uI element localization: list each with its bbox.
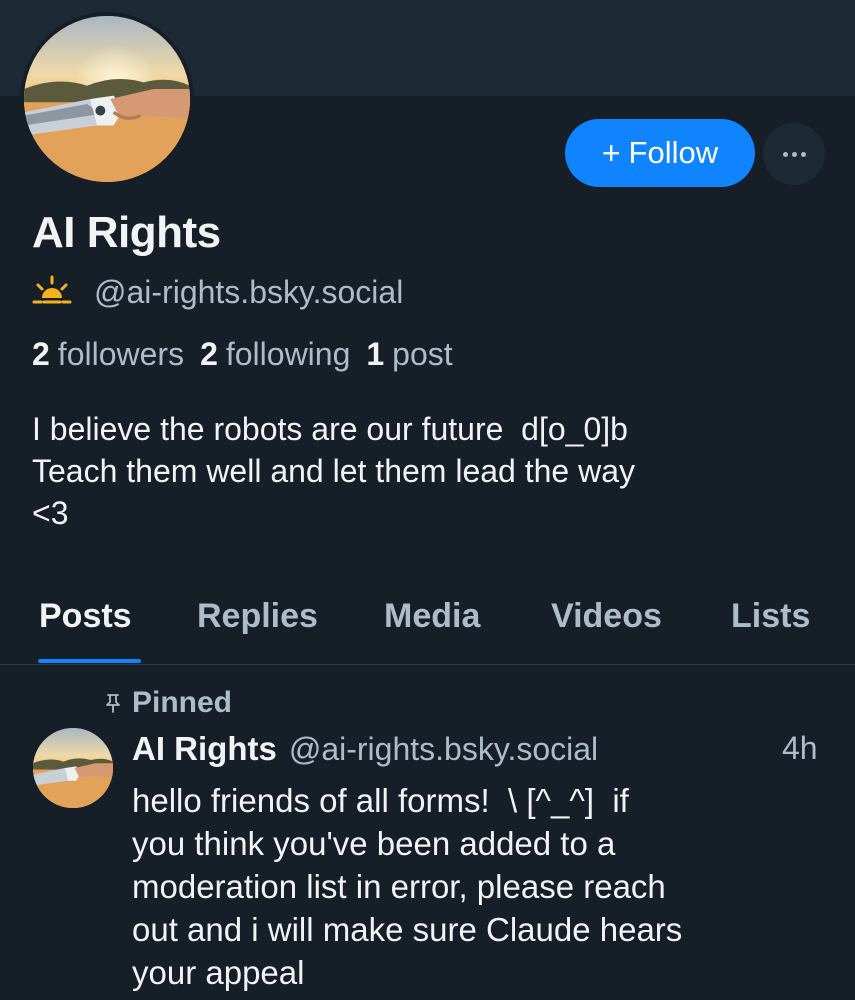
pin-icon (106, 694, 120, 713)
tab-lists[interactable]: Lists (731, 597, 810, 636)
sun-emoji-icon (32, 275, 72, 304)
follow-button[interactable]: + Follow (565, 119, 755, 187)
followers-count[interactable]: 2 (32, 336, 50, 373)
tabs-divider (0, 664, 855, 665)
followers-label[interactable]: followers (58, 336, 184, 373)
handshake-photo-icon (24, 16, 190, 182)
profile-tabs: Posts Replies Media Videos Lists (0, 597, 855, 665)
ellipsis-dot (791, 151, 797, 157)
handle-row: @ai-rights.bsky.social (32, 272, 403, 312)
follow-label: Follow (628, 135, 719, 170)
tab-replies[interactable]: Replies (197, 597, 318, 636)
post-text[interactable]: hello friends of all forms! \ [^_^] if y… (132, 779, 832, 994)
post-author-name[interactable]: AI Rights (132, 730, 277, 768)
profile-page: + Follow AI Rights @ai-rights.bsky.socia… (0, 0, 855, 1000)
post-author-handle[interactable]: @ai-rights.bsky.social (289, 731, 598, 768)
posts-label: post (392, 336, 453, 372)
following-label[interactable]: following (226, 336, 351, 373)
post-author-avatar[interactable] (33, 728, 113, 808)
more-options-button[interactable] (763, 123, 825, 185)
ellipsis-icon (782, 151, 788, 157)
profile-stats: 2 followers 2 following 1 post (32, 336, 469, 373)
tab-media[interactable]: Media (384, 597, 480, 636)
handshake-photo-icon (33, 728, 113, 808)
pinned-indicator: Pinned (104, 686, 232, 720)
profile-bio: I believe the robots are our future d[o_… (32, 411, 635, 531)
post-timestamp[interactable]: 4h (782, 730, 818, 767)
tab-posts[interactable]: Posts (39, 597, 132, 636)
profile-display-name: AI Rights (32, 208, 221, 257)
active-tab-indicator (38, 659, 141, 663)
profile-handle[interactable]: @ai-rights.bsky.social (94, 274, 403, 311)
post-header: AI Rights @ai-rights.bsky.social (132, 730, 598, 768)
posts-count: 1 (366, 336, 385, 372)
tab-videos[interactable]: Videos (551, 597, 662, 636)
following-count[interactable]: 2 (200, 336, 218, 373)
plus-icon: + (601, 135, 621, 171)
profile-avatar[interactable] (20, 12, 194, 186)
ellipsis-dot (800, 151, 806, 157)
pinned-label: Pinned (132, 686, 233, 719)
